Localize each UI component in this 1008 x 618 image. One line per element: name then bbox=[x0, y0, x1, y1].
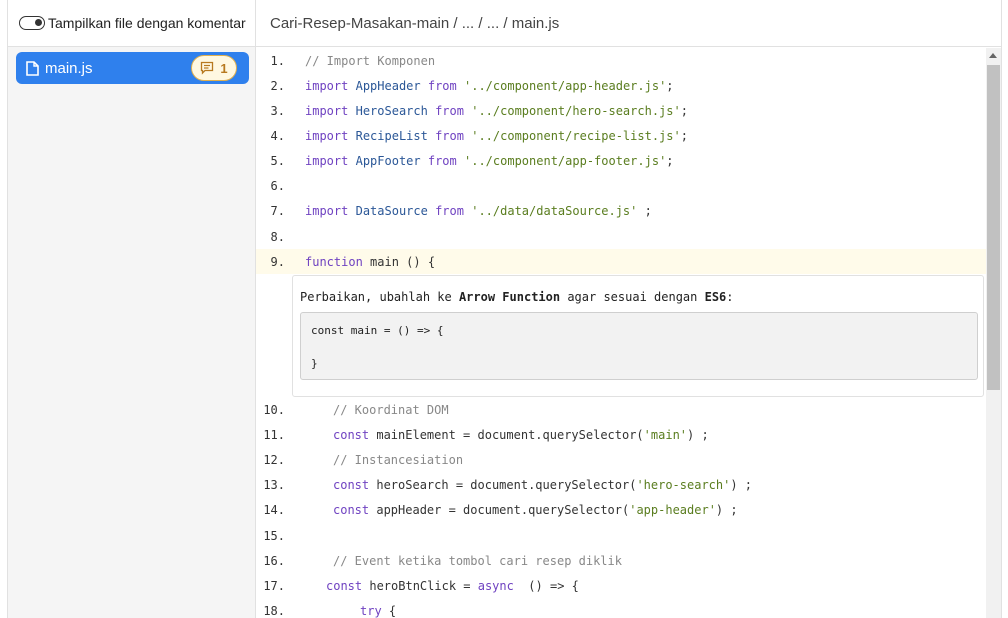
code-text: try { bbox=[360, 603, 397, 618]
review-comment: Perbaikan, ubahlah ke Arrow Function aga… bbox=[292, 275, 984, 397]
line-number: 7. bbox=[270, 203, 285, 218]
file-icon bbox=[26, 60, 39, 76]
code-line: 14. const appHeader = document.querySele… bbox=[256, 497, 986, 522]
code-text: import AppFooter from '../component/app-… bbox=[305, 153, 674, 168]
code-text: import HeroSearch from '../component/her… bbox=[305, 103, 688, 118]
code-text: const heroSearch = document.querySelecto… bbox=[333, 477, 753, 492]
code-area: 1. // Import Komponen 2. import AppHeade… bbox=[256, 48, 986, 618]
line-number: 12. bbox=[263, 452, 285, 467]
code-line: 1. // Import Komponen bbox=[256, 48, 986, 73]
line-number: 17. bbox=[263, 578, 285, 593]
code-text: // Instancesiation bbox=[333, 452, 464, 467]
scroll-thumb[interactable] bbox=[987, 65, 1000, 390]
breadcrumb: Cari-Resep-Masakan-main / ... / ... / ma… bbox=[256, 0, 1001, 47]
code-line-highlighted[interactable]: 9. function main () { bbox=[256, 249, 986, 274]
breadcrumb-path: Cari-Resep-Masakan-main / ... / ... / ma… bbox=[270, 14, 560, 32]
line-number: 16. bbox=[263, 553, 285, 568]
code-line: 5. import AppFooter from '../component/a… bbox=[256, 148, 986, 173]
file-name: main.js bbox=[45, 59, 93, 77]
file-sidebar: Tampilkan file dengan komentar main.js 1 bbox=[7, 0, 256, 618]
code-line: 3. import HeroSearch from '../component/… bbox=[256, 98, 986, 123]
suggestion-code-block: const main = () => { } bbox=[300, 312, 978, 380]
code-line: 13. const heroSearch = document.querySel… bbox=[256, 472, 986, 497]
line-number: 3. bbox=[270, 103, 285, 118]
code-line: 6. bbox=[256, 173, 986, 198]
code-line: 2. import AppHeader from '../component/a… bbox=[256, 73, 986, 98]
code-line: 11. const mainElement = document.querySe… bbox=[256, 422, 986, 447]
code-viewer: Cari-Resep-Masakan-main / ... / ... / ma… bbox=[256, 0, 1002, 618]
suggestion-line: } bbox=[311, 357, 318, 370]
comment-count: 1 bbox=[220, 60, 228, 76]
line-number: 15. bbox=[263, 528, 285, 543]
code-text: import DataSource from '../data/dataSour… bbox=[305, 203, 652, 218]
line-number: 10. bbox=[263, 402, 285, 417]
code-text: function main () { bbox=[305, 254, 436, 269]
comment-text: Perbaikan, ubahlah ke Arrow Function aga… bbox=[300, 290, 734, 304]
line-number: 14. bbox=[263, 502, 285, 517]
code-text: // Event ketika tombol cari resep diklik bbox=[333, 553, 622, 568]
code-line: 7. import DataSource from '../data/dataS… bbox=[256, 198, 986, 223]
line-number: 6. bbox=[270, 178, 285, 193]
toggle-label[interactable]: Tampilkan file dengan komentar bbox=[48, 15, 246, 31]
scroll-up-arrow-icon[interactable] bbox=[989, 53, 997, 58]
line-number: 8. bbox=[270, 229, 285, 244]
sidebar-header: Tampilkan file dengan komentar bbox=[8, 0, 255, 47]
file-item-main-js[interactable]: main.js 1 bbox=[16, 52, 249, 84]
line-number: 4. bbox=[270, 128, 285, 143]
line-number: 9. bbox=[270, 254, 285, 269]
suggestion-line: const main = () => { bbox=[311, 324, 444, 337]
code-line: 12. // Instancesiation bbox=[256, 447, 986, 472]
code-text: const mainElement = document.querySelect… bbox=[333, 427, 709, 442]
code-line: 8. bbox=[256, 224, 986, 249]
toggle-switch[interactable] bbox=[19, 16, 45, 30]
code-text: // Koordinat DOM bbox=[333, 402, 449, 417]
vertical-scrollbar[interactable] bbox=[986, 48, 1001, 618]
code-line: 18. try { bbox=[256, 598, 986, 618]
code-text: import RecipeList from '../component/rec… bbox=[305, 128, 688, 143]
code-line: 4. import RecipeList from '../component/… bbox=[256, 123, 986, 148]
code-line: 17. const heroBtnClick = async () => { bbox=[256, 573, 986, 598]
line-number: 1. bbox=[270, 53, 285, 68]
line-number: 18. bbox=[263, 603, 285, 618]
line-number: 2. bbox=[270, 78, 285, 93]
line-number: 5. bbox=[270, 153, 285, 168]
code-text: const heroBtnClick = async () => { bbox=[326, 578, 579, 593]
code-line: 16. // Event ketika tombol cari resep di… bbox=[256, 548, 986, 573]
code-line: 10. // Koordinat DOM bbox=[256, 397, 986, 422]
code-text: import AppHeader from '../component/app-… bbox=[305, 78, 674, 93]
comment-count-badge[interactable]: 1 bbox=[191, 55, 237, 81]
comment-icon bbox=[201, 61, 214, 75]
line-number: 13. bbox=[263, 477, 285, 492]
line-number: 11. bbox=[263, 427, 285, 442]
code-text: // Import Komponen bbox=[305, 53, 436, 68]
code-text: const appHeader = document.querySelector… bbox=[333, 502, 738, 517]
code-line: 15. bbox=[256, 523, 986, 548]
